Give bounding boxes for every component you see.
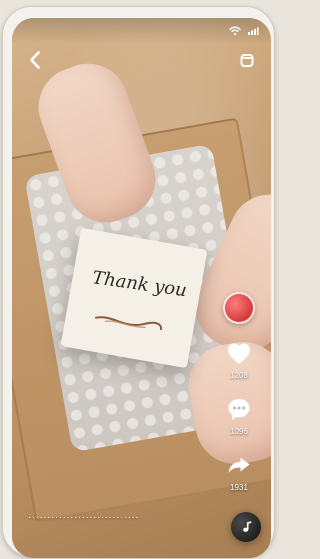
note-flourish — [95, 316, 163, 331]
thank-you-note: Thank you — [60, 227, 208, 369]
heart-icon[interactable] — [224, 338, 254, 368]
menu-icon[interactable] — [233, 46, 261, 74]
phone-frame: Thank you 1208 1096 1931 ···············… — [3, 7, 274, 558]
music-disc[interactable] — [231, 512, 261, 542]
music-note-icon — [243, 521, 252, 532]
video-screen[interactable]: Thank you 1208 1096 1931 ···············… — [12, 18, 271, 558]
comment-count: 1096 — [230, 427, 248, 436]
creator-avatar[interactable] — [223, 292, 255, 324]
share-action[interactable]: 1931 — [217, 450, 261, 492]
action-rail: 1208 1096 1931 — [217, 292, 261, 492]
comment-action[interactable]: 1096 — [217, 394, 261, 436]
back-icon[interactable] — [22, 46, 50, 74]
comment-icon[interactable] — [224, 394, 254, 424]
share-count: 1931 — [230, 483, 248, 492]
wifi-icon — [229, 26, 241, 36]
share-icon[interactable] — [224, 450, 254, 480]
signal-icon — [248, 27, 259, 35]
status-icons — [229, 26, 259, 36]
status-bar — [12, 18, 271, 44]
note-text: Thank you — [90, 267, 189, 302]
like-count: 1208 — [230, 371, 248, 380]
caption-text[interactable]: ····························· — [28, 512, 138, 530]
like-action[interactable]: 1208 — [217, 338, 261, 380]
